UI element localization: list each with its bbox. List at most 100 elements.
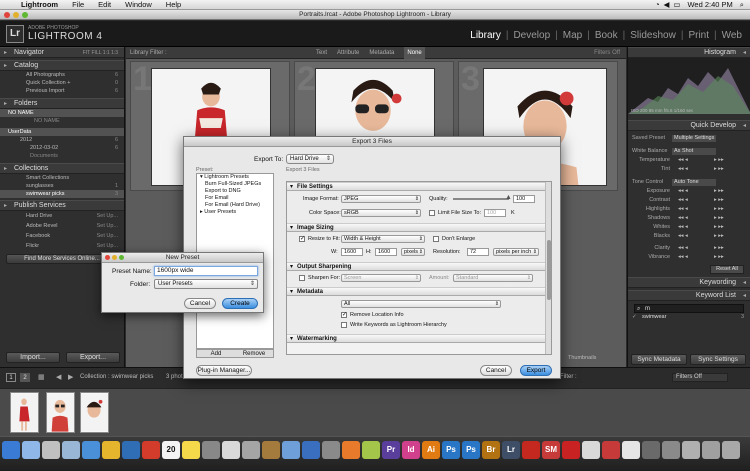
increase-arrows-icon[interactable]: ▸ ▸▸ xyxy=(714,165,724,174)
dock-app-icon[interactable]: Pr xyxy=(382,441,400,459)
quality-slider-thumb[interactable]: ▲ xyxy=(505,194,512,201)
filter-tab-metadata[interactable]: Metadata xyxy=(369,47,394,59)
write-keywords-checkbox[interactable] xyxy=(341,322,347,328)
dock-app-icon[interactable] xyxy=(522,441,540,459)
dock-app-icon[interactable] xyxy=(582,441,600,459)
increase-arrows-icon[interactable]: ▸ ▸▸ xyxy=(714,187,724,196)
catalog-item[interactable]: Quick Collection + 0 xyxy=(0,79,124,87)
dock-app-icon[interactable] xyxy=(122,441,140,459)
decrease-arrows-icon[interactable]: ◂◂ ◂ xyxy=(678,223,688,232)
navigator-header[interactable]: Navigator FIT FILL 1:1 1:3 xyxy=(0,47,124,58)
reset-all-button[interactable]: Reset All xyxy=(710,265,744,274)
dock-app-icon[interactable] xyxy=(682,441,700,459)
quality-input[interactable]: 100 xyxy=(513,195,535,203)
cancel-preset-button[interactable]: Cancel xyxy=(184,298,216,309)
checkbox-icon[interactable]: ✓ xyxy=(632,313,637,322)
dock-app-icon[interactable] xyxy=(722,441,740,459)
menu-window[interactable]: Window xyxy=(118,0,159,9)
page-badge-1[interactable]: 1 xyxy=(6,373,16,382)
module-map[interactable]: Map xyxy=(561,30,584,41)
export-button[interactable]: Export... xyxy=(66,352,120,363)
folder-item[interactable]: 2012 6 xyxy=(0,136,124,144)
increase-arrows-icon[interactable]: ▸ ▸▸ xyxy=(714,232,724,241)
dock-app-icon[interactable] xyxy=(102,441,120,459)
sync-settings-button[interactable]: Sync Settings xyxy=(690,354,746,365)
menu-edit[interactable]: Edit xyxy=(91,0,118,9)
preset-item[interactable]: For Email (Hard Drive) xyxy=(197,202,273,209)
filter-tab-none[interactable]: None xyxy=(404,47,425,59)
publish-setup-link[interactable]: Set Up... xyxy=(97,211,118,221)
remove-location-checkbox[interactable]: ✓ xyxy=(341,312,347,318)
dock-app-icon[interactable] xyxy=(262,441,280,459)
catalog-item[interactable]: Previous Import 6 xyxy=(0,87,124,95)
resolution-unit-dropdown[interactable]: pixels per inch xyxy=(493,248,539,256)
metadata-header[interactable]: Metadata xyxy=(287,287,551,296)
navigator-zoom-options[interactable]: FIT FILL 1:1 1:3 xyxy=(83,48,118,58)
folder-dropdown[interactable]: User Presets xyxy=(154,279,258,289)
dock-app-icon[interactable] xyxy=(42,441,60,459)
output-sharpening-header[interactable]: Output Sharpening xyxy=(287,262,551,271)
battery-icon[interactable]: ▭ xyxy=(673,0,680,9)
width-input[interactable]: 1600 xyxy=(341,248,363,256)
remove-preset-button[interactable]: Remove xyxy=(235,350,273,357)
collection-item[interactable]: swimwear picks 3 xyxy=(0,190,124,198)
dock-app-icon[interactable]: SM xyxy=(542,441,560,459)
dock-app-icon[interactable] xyxy=(642,441,660,459)
white-balance-dropdown[interactable]: As Shot xyxy=(672,148,716,155)
decrease-arrows-icon[interactable]: ◂◂ ◂ xyxy=(678,232,688,241)
folder-item[interactable]: 2012-03-02 6 xyxy=(0,144,124,152)
dock-app-icon[interactable] xyxy=(62,441,80,459)
sharpen-for-checkbox[interactable] xyxy=(299,275,305,281)
module-web[interactable]: Web xyxy=(720,30,744,41)
clock[interactable]: Wed 2:40 PM xyxy=(684,0,735,9)
volume-item[interactable]: NO NAME xyxy=(0,109,124,117)
dock-app-icon[interactable]: Ps xyxy=(442,441,460,459)
keyword-filter-input[interactable]: ⌕ m xyxy=(634,304,744,313)
decrease-arrows-icon[interactable]: ◂◂ ◂ xyxy=(678,214,688,223)
increase-arrows-icon[interactable]: ▸ ▸▸ xyxy=(714,205,724,214)
publish-service-item[interactable]: Facebook Set Up... xyxy=(0,231,124,241)
plugin-manager-button[interactable]: Plug-in Manager... xyxy=(196,365,252,376)
preset-item[interactable]: Burn Full-Sized JPEGs xyxy=(197,181,273,188)
amount-dropdown[interactable]: Standard xyxy=(453,274,533,282)
keywording-header[interactable]: Keywording xyxy=(628,277,750,288)
module-print[interactable]: Print xyxy=(686,30,711,41)
file-settings-header[interactable]: File Settings xyxy=(287,182,551,191)
dock-app-icon[interactable] xyxy=(182,441,200,459)
dock-app-icon[interactable] xyxy=(662,441,680,459)
dock-app-icon[interactable] xyxy=(242,441,260,459)
module-book[interactable]: Book xyxy=(593,30,620,41)
decrease-arrows-icon[interactable]: ◂◂ ◂ xyxy=(678,165,688,174)
limit-file-size-input[interactable]: 100 xyxy=(484,209,506,217)
menu-file[interactable]: File xyxy=(65,0,91,9)
dock-app-icon[interactable] xyxy=(342,441,360,459)
quality-slider[interactable] xyxy=(453,198,509,200)
volume-icon[interactable]: ◀ xyxy=(664,0,670,9)
limit-file-size-checkbox[interactable] xyxy=(429,210,435,216)
dock-app-icon[interactable] xyxy=(2,441,20,459)
export-confirm-button[interactable]: Export xyxy=(520,365,552,376)
close-window-icon[interactable] xyxy=(4,12,10,18)
decrease-arrows-icon[interactable]: ◂◂ ◂ xyxy=(678,253,688,262)
dock-app-icon[interactable]: Lr xyxy=(502,441,520,459)
folder-item[interactable]: NO NAME xyxy=(0,117,124,125)
close-dialog-icon[interactable] xyxy=(105,255,110,260)
dock-app-icon[interactable] xyxy=(562,441,580,459)
import-button[interactable]: Import... xyxy=(6,352,60,363)
wifi-icon[interactable]: ◔ xyxy=(655,0,660,9)
saved-preset-dropdown[interactable]: Multiple Settings xyxy=(672,135,716,142)
filters-off-dropdown[interactable]: Filters Off xyxy=(594,47,620,59)
keyword-list-header[interactable]: Keyword List xyxy=(628,290,750,301)
dock-app-icon[interactable] xyxy=(602,441,620,459)
menu-help[interactable]: Help xyxy=(159,0,188,9)
back-arrow-icon[interactable]: ◀ xyxy=(56,373,61,381)
dock-app-icon[interactable]: Ps xyxy=(462,441,480,459)
add-preset-button[interactable]: Add xyxy=(197,350,235,357)
dock-app-icon[interactable] xyxy=(702,441,720,459)
filmstrip-thumb[interactable] xyxy=(46,392,75,433)
zoom-window-icon[interactable] xyxy=(22,12,28,18)
filmstrip-filters-off-dropdown[interactable]: Filters Off xyxy=(672,373,728,382)
dock-app-icon[interactable]: Ai xyxy=(422,441,440,459)
publish-service-item[interactable]: Hard Drive Set Up... xyxy=(0,211,124,221)
preset-group[interactable]: ▸ User Presets xyxy=(197,209,273,216)
